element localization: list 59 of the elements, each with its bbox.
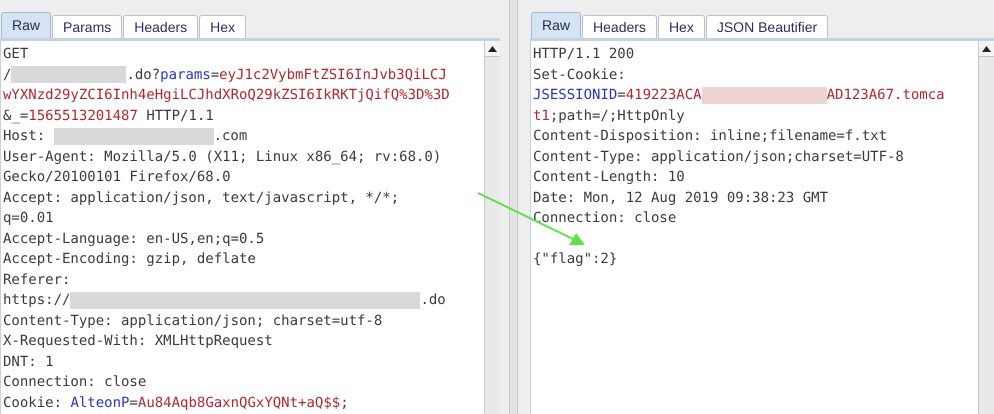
code-text: Au84Aqb8GaxnQGxYQNt+aQ$$ — [138, 394, 340, 412]
code-text: GET — [3, 45, 28, 64]
tab[interactable]: Raw — [1, 12, 52, 38]
code-text: DNT: 1 — [3, 352, 54, 372]
code-text: Accept: application/json, text/javascript, */*; — [3, 188, 400, 208]
code-text: Content-Length: 10 — [533, 168, 685, 187]
code-text: HTTP/1.1 200 — [533, 45, 634, 64]
code-text: .com — [214, 127, 248, 146]
code-text: Content-Disposition: inline;filename=f.txt — [533, 127, 888, 146]
code-text: t1 — [533, 106, 550, 126]
code-text: Accept-Encoding: gzip, deflate — [3, 250, 256, 269]
code-text: _ — [11, 106, 20, 126]
code-text: AlteonP — [70, 394, 130, 412]
code-text: {"flag":2} — [533, 250, 618, 269]
scroll-up-icon[interactable] — [485, 41, 500, 57]
scroll-up-icon[interactable] — [979, 41, 994, 57]
code-text: wYXNzd29yZCI6Inh4eHgiLCJhdXRoQ29kZSI6IkRKTjQifQ%3D%3D — [3, 86, 450, 105]
splitter-bar[interactable] — [510, 0, 518, 414]
code-text: .do? — [126, 66, 160, 84]
code-text: 419223ACA — [626, 86, 702, 105]
code-text: 1565513201487 — [28, 106, 138, 126]
tab[interactable]: Headers — [123, 15, 198, 38]
code-text: Referer: — [3, 270, 70, 290]
code-text: HTTP/1.1 — [145, 106, 214, 126]
code-text: Date: Mon, 12 Aug 2019 09:38:23 GMT — [533, 188, 828, 208]
tab[interactable]: Headers — [582, 15, 657, 38]
code-text: = — [617, 86, 626, 105]
code-text: Connection: close — [533, 209, 676, 228]
code-text: Content-Type: application/json;charset=UTF-8 — [533, 148, 904, 166]
code-text: = — [210, 66, 220, 84]
code-text: params — [160, 66, 211, 84]
code-text: Set-Cookie: — [533, 66, 626, 84]
code-text: X-Requested-With: XMLHttpRequest — [3, 332, 273, 351]
code-text: eyJ1c2VybmFtZSI6InJvb3QiLCJ — [219, 66, 447, 84]
code-text: ; — [340, 394, 349, 412]
code-text: Cookie: — [3, 394, 64, 412]
scrollbar[interactable] — [978, 41, 994, 414]
scrollbar[interactable] — [484, 41, 500, 414]
tab[interactable]: Hex — [658, 15, 705, 38]
code-text: User-Agent: Mozilla/5.0 (X11; Linux x86_64; rv:68.0) — [3, 148, 442, 166]
code-text: Accept-Language: en-US,en;q=0.5 — [3, 230, 264, 248]
code-text: Gecko/20100101 Firefox/68.0 — [3, 168, 231, 187]
code-text: .do — [420, 291, 446, 310]
code-text: Host: — [3, 127, 46, 146]
code-text: AD123A67.tomca — [826, 86, 945, 105]
code-text: Content-Type: application/json; charset=utf-8 — [3, 312, 382, 330]
code-text: JSESSIONID — [533, 86, 618, 105]
code-text: = — [129, 394, 138, 412]
tab[interactable]: JSON Beautifier — [706, 15, 828, 38]
code-text: Connection: close — [3, 373, 146, 392]
code-text: q=0.01 — [3, 209, 54, 228]
code-text: = — [20, 106, 28, 126]
code-text: ;path=/;HttpOnly — [550, 106, 685, 126]
tab[interactable]: Params — [52, 15, 122, 38]
code-text: & — [3, 106, 12, 126]
tab[interactable]: Hex — [199, 15, 246, 38]
tab[interactable]: Raw — [531, 12, 582, 38]
code-text: https:// — [3, 291, 70, 310]
code-text: / — [3, 66, 12, 84]
